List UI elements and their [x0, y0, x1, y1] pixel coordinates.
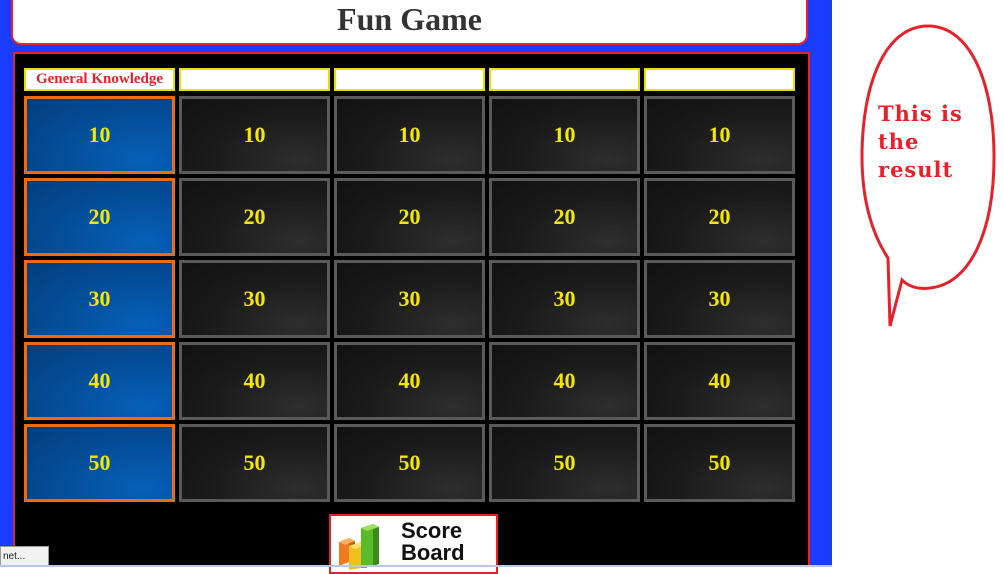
- question-cell[interactable]: 10: [179, 96, 330, 174]
- question-cell[interactable]: 30: [24, 260, 175, 338]
- annotation-text: This is the result: [878, 101, 963, 182]
- question-cell[interactable]: 20: [644, 178, 795, 256]
- question-cell[interactable]: 10: [489, 96, 640, 174]
- status-tab[interactable]: net...: [0, 546, 49, 567]
- bar-chart-icon: [339, 524, 379, 570]
- question-cell[interactable]: 30: [334, 260, 485, 338]
- question-cell[interactable]: 20: [24, 178, 175, 256]
- question-grid: 10 10 10 10 10 20 20 20 20 20 30 30 30 3…: [24, 96, 795, 502]
- category-header: [489, 68, 640, 91]
- question-cell[interactable]: 50: [644, 424, 795, 502]
- page-title: Fun Game: [337, 1, 482, 37]
- question-cell[interactable]: 30: [489, 260, 640, 338]
- category-header: [334, 68, 485, 91]
- category-header: [644, 68, 795, 91]
- question-cell[interactable]: 40: [179, 342, 330, 420]
- question-cell[interactable]: 50: [334, 424, 485, 502]
- question-cell[interactable]: 40: [489, 342, 640, 420]
- question-cell[interactable]: 20: [489, 178, 640, 256]
- question-cell[interactable]: 20: [179, 178, 330, 256]
- question-cell[interactable]: 50: [24, 424, 175, 502]
- question-cell[interactable]: 30: [179, 260, 330, 338]
- game-board: General Knowledge 10 10 10 10 10 20 20 2…: [13, 52, 810, 574]
- score-board-label: Score Board: [401, 518, 465, 565]
- question-cell[interactable]: 50: [179, 424, 330, 502]
- question-cell[interactable]: 20: [334, 178, 485, 256]
- question-cell[interactable]: 10: [334, 96, 485, 174]
- category-header: [179, 68, 330, 91]
- category-header: General Knowledge: [24, 68, 175, 91]
- question-cell[interactable]: 40: [644, 342, 795, 420]
- question-cell[interactable]: 30: [644, 260, 795, 338]
- question-cell[interactable]: 10: [644, 96, 795, 174]
- title-bar: Fun Game: [11, 0, 808, 45]
- question-cell[interactable]: 40: [334, 342, 485, 420]
- question-cell[interactable]: 10: [24, 96, 175, 174]
- question-cell[interactable]: 50: [489, 424, 640, 502]
- question-cell[interactable]: 40: [24, 342, 175, 420]
- category-header-row: General Knowledge: [24, 68, 795, 91]
